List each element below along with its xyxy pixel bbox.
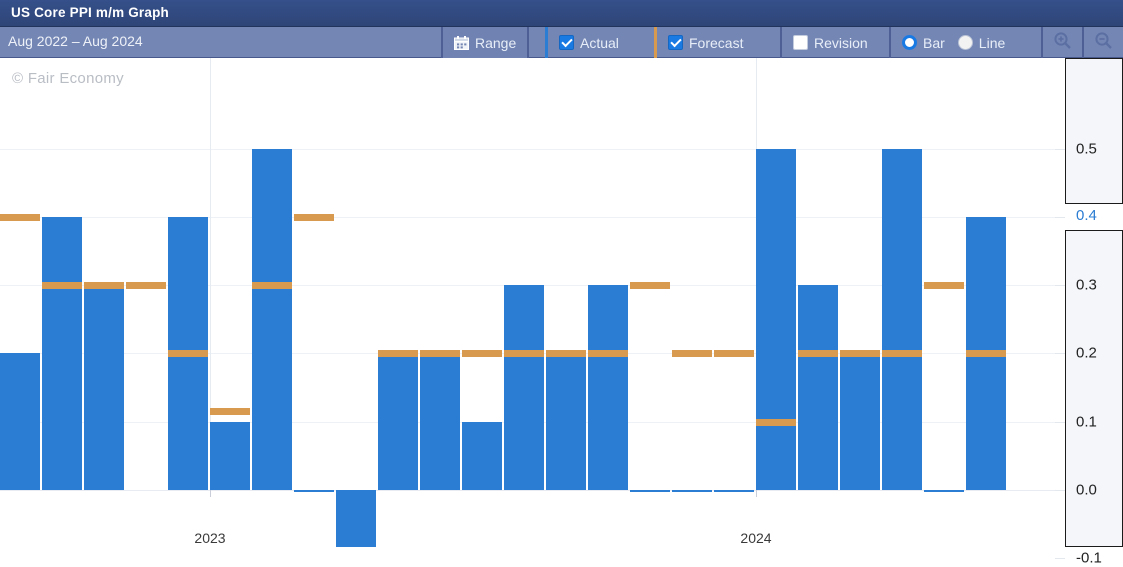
actual-checkbox[interactable]: Actual [545, 27, 630, 58]
forecast-marker[interactable] [420, 350, 460, 358]
bar-actual[interactable] [0, 353, 40, 490]
forecast-marker[interactable] [504, 350, 544, 358]
forecast-marker[interactable] [966, 350, 1006, 358]
revision-checkbox[interactable]: Revision [780, 27, 879, 58]
forecast-marker[interactable] [252, 282, 292, 290]
bar-actual[interactable] [294, 490, 334, 492]
line-label: Line [978, 34, 1006, 51]
window-titlebar: US Core PPI m/m Graph [0, 0, 1123, 27]
bar-actual[interactable] [252, 148, 292, 490]
forecast-marker[interactable] [588, 350, 628, 358]
forecast-marker[interactable] [714, 350, 754, 358]
bar-actual[interactable] [504, 285, 544, 490]
bar-label: Bar [923, 34, 945, 51]
forecast-marker[interactable] [882, 350, 922, 358]
checkbox-unchecked-icon [793, 35, 808, 50]
bar-actual[interactable] [756, 148, 796, 490]
forecast-marker[interactable] [42, 282, 82, 290]
bar-actual[interactable] [882, 148, 922, 490]
range-button-label: Range [475, 34, 517, 51]
x-axis-tick [756, 490, 757, 497]
y-axis[interactable]: 0.5 0.3 0.2 0.1 0.0 -0.1 0.4 [1055, 58, 1123, 567]
forecast-marker[interactable] [84, 282, 124, 290]
radio-selected-icon [902, 35, 917, 50]
forecast-marker[interactable] [0, 213, 40, 221]
revision-label: Revision [814, 34, 868, 51]
y-axis-pane-upper[interactable] [1065, 58, 1123, 204]
bar-actual[interactable] [840, 353, 880, 490]
range-button[interactable]: Range [441, 27, 530, 58]
watermark: © Fair Economy [12, 70, 124, 87]
zoom-out-button[interactable] [1082, 27, 1123, 58]
bar-actual[interactable] [336, 490, 376, 547]
calendar-icon [454, 35, 469, 50]
date-range-label: Aug 2022 – Aug 2024 [8, 33, 143, 49]
chart-toolbar: Aug 2022 – Aug 2024 Range Actual Forecas… [0, 27, 1123, 58]
forecast-marker[interactable] [210, 408, 250, 416]
forecast-marker[interactable] [294, 213, 334, 221]
forecast-marker[interactable] [756, 418, 796, 426]
y-axis-label: 0.5 [1076, 140, 1097, 157]
zoom-in-button[interactable] [1041, 27, 1082, 58]
forecast-checkbox[interactable]: Forecast [654, 27, 754, 58]
forecast-label: Forecast [689, 34, 744, 51]
bar-actual[interactable] [84, 285, 124, 490]
bar-actual[interactable] [378, 353, 418, 490]
checkbox-checked-icon [559, 35, 574, 50]
forecast-marker[interactable] [168, 350, 208, 358]
bar-actual[interactable] [546, 353, 586, 490]
forecast-marker[interactable] [630, 282, 670, 290]
bar-actual[interactable] [210, 421, 250, 490]
forecast-marker[interactable] [924, 282, 964, 290]
bar-actual[interactable] [420, 353, 460, 490]
gridline [0, 490, 1065, 491]
zoom-in-icon [1053, 31, 1072, 55]
forecast-marker[interactable] [126, 282, 166, 290]
y-axis-current-value: 0.4 [1065, 203, 1123, 230]
actual-label: Actual [580, 34, 619, 51]
bar-actual[interactable] [798, 285, 838, 490]
bar-actual[interactable] [462, 421, 502, 490]
bar-actual[interactable] [924, 490, 964, 492]
forecast-marker[interactable] [840, 350, 880, 358]
bar-actual[interactable] [42, 216, 82, 490]
radio-unselected-icon [957, 35, 973, 50]
bar-radio[interactable]: Bar [889, 27, 956, 58]
y-axis-label: 0.3 [1076, 276, 1097, 294]
zoom-out-icon [1094, 31, 1113, 55]
y-axis-label: 0.1 [1076, 413, 1097, 431]
bar-actual[interactable] [588, 285, 628, 490]
bar-actual[interactable] [630, 490, 670, 492]
chart-plot-area[interactable]: © Fair Economy 2023 2024 [0, 58, 1065, 547]
forecast-marker[interactable] [798, 350, 838, 358]
forecast-marker[interactable] [462, 350, 502, 358]
checkbox-checked-icon [668, 35, 683, 50]
forecast-marker[interactable] [546, 350, 586, 358]
chart-window: US Core PPI m/m Graph Aug 2022 – Aug 202… [0, 0, 1123, 567]
bar-actual[interactable] [714, 490, 754, 492]
page-title: US Core PPI m/m Graph [11, 5, 169, 20]
x-axis-tick [210, 490, 211, 497]
bar-actual[interactable] [672, 490, 712, 492]
y-axis-label: 0.0 [1076, 481, 1097, 499]
y-axis-label: -0.1 [1076, 549, 1102, 567]
y-axis-current-value-label: 0.4 [1076, 206, 1097, 224]
y-axis-label: 0.2 [1076, 344, 1097, 362]
line-radio[interactable]: Line [956, 27, 1016, 58]
x-axis-label: 2024 [740, 530, 772, 546]
x-axis-label: 2023 [194, 530, 226, 546]
forecast-marker[interactable] [672, 350, 712, 358]
forecast-marker[interactable] [378, 350, 418, 358]
